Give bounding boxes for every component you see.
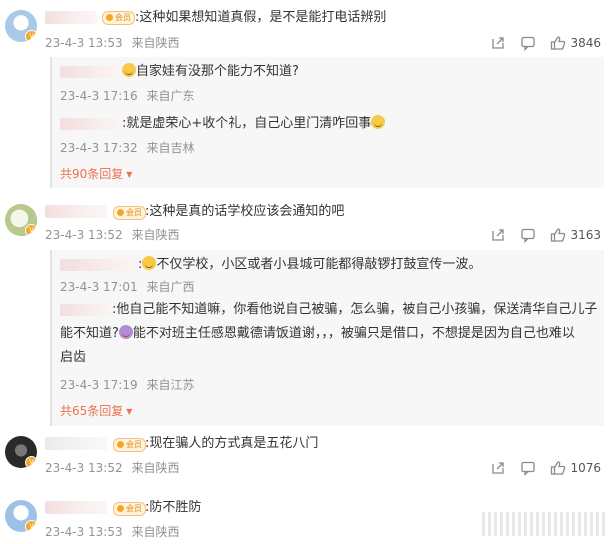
reply-text: 自家娃有没那个能力不知道? bbox=[136, 64, 299, 79]
avatar[interactable]: V bbox=[5, 500, 37, 532]
caret-down-icon: ▼ bbox=[126, 407, 133, 416]
member-badge: 会员 bbox=[113, 206, 146, 220]
share-button[interactable] bbox=[490, 227, 506, 243]
username-redacted[interactable] bbox=[45, 205, 107, 218]
comment-date: 23-4-3 13:52 bbox=[45, 228, 123, 242]
reply-location: 来自广西 bbox=[146, 280, 195, 294]
reply-button[interactable] bbox=[520, 35, 536, 51]
watermark bbox=[482, 512, 607, 536]
member-badge: 会员 bbox=[102, 11, 135, 25]
reply-date: 23-4-3 17:19 bbox=[60, 378, 138, 392]
reply-meta: 23-4-3 17:16 来自广东 bbox=[60, 87, 194, 104]
like-button[interactable]: 3846 bbox=[550, 35, 601, 51]
reply-location: 来自吉林 bbox=[146, 141, 195, 155]
reply-2: :就是虚荣心+收个礼，自己心里门清咋回事 bbox=[60, 113, 386, 135]
username-redacted[interactable] bbox=[60, 65, 122, 78]
reply-meta: 23-4-3 17:32 来自吉林 bbox=[60, 139, 194, 156]
caret-down-icon: ▼ bbox=[126, 170, 133, 179]
comment-meta: 23-4-3 13:53 来自陕西 bbox=[45, 35, 179, 51]
emoji-icon bbox=[371, 115, 386, 129]
member-badge: 会员 bbox=[113, 438, 146, 452]
verified-icon: V bbox=[25, 224, 37, 236]
more-replies-label: 共65条回复 bbox=[60, 404, 124, 418]
reply-meta: 23-4-3 17:01 来自广西 bbox=[60, 278, 194, 295]
reply-button[interactable] bbox=[520, 227, 536, 243]
comment-date: 23-4-3 13:53 bbox=[45, 36, 123, 50]
share-icon bbox=[492, 462, 505, 474]
like-count: 3163 bbox=[570, 228, 601, 242]
comment-text: :这种如果想知道真假，是不是能打电话辨别 bbox=[135, 10, 387, 25]
username-redacted[interactable] bbox=[45, 501, 107, 514]
like-count: 3846 bbox=[570, 36, 601, 50]
reply-location: 来自江苏 bbox=[146, 378, 195, 392]
username-redacted[interactable] bbox=[45, 437, 107, 450]
reply-meta: 23-4-3 17:19 来自江苏 bbox=[60, 376, 194, 393]
comment-icon bbox=[521, 461, 536, 476]
comment-location: 来自陕西 bbox=[131, 525, 180, 539]
verified-icon: V bbox=[25, 456, 37, 468]
comment-meta: 23-4-3 13:52 来自陕西 bbox=[45, 227, 179, 243]
comment-actions: 1076 bbox=[476, 459, 601, 477]
comment-location: 来自陕西 bbox=[131, 36, 180, 50]
reply-line-3: 启齿 bbox=[60, 350, 87, 365]
username-redacted[interactable] bbox=[60, 258, 138, 271]
comment-actions: 3163 bbox=[476, 226, 601, 244]
share-button[interactable] bbox=[490, 460, 506, 476]
emoji-icon bbox=[118, 325, 133, 339]
more-replies-label: 共90条回复 bbox=[60, 167, 124, 181]
like-button[interactable]: 3163 bbox=[550, 227, 601, 243]
thumbs-up-icon bbox=[551, 36, 566, 50]
reply-line-1: :他自己能不知道嘛，你看他说自己被骗，怎么骗，被自己小孩骗，保送清华自己儿子 bbox=[60, 298, 597, 322]
comment-date: 23-4-3 13:53 bbox=[45, 525, 123, 539]
username-redacted[interactable] bbox=[45, 11, 97, 24]
reply-text-line2b: 能不对班主任感恩戴德请饭道谢，，，被骗只是借口，不想提是因为自己也难以 bbox=[132, 326, 575, 341]
more-replies-link[interactable]: 共90条回复 ▼ bbox=[60, 165, 132, 182]
reply-date: 23-4-3 17:16 bbox=[60, 89, 138, 103]
reply-button[interactable] bbox=[520, 460, 536, 476]
avatar[interactable]: V bbox=[5, 10, 37, 42]
comment-text: :现在骗人的方式真是五花八门 bbox=[145, 436, 319, 451]
verified-icon: V bbox=[25, 30, 37, 42]
username-redacted[interactable] bbox=[60, 117, 122, 130]
avatar[interactable]: V bbox=[5, 436, 37, 468]
username-redacted[interactable] bbox=[60, 303, 112, 316]
thumbs-up-icon bbox=[551, 461, 566, 475]
emoji-icon bbox=[142, 256, 157, 270]
reply-text-line1: :他自己能不知道嘛，你看他说自己被骗，怎么骗，被自己小孩骗，保送清华自己儿子 bbox=[112, 302, 598, 317]
comment-date: 23-4-3 13:52 bbox=[45, 461, 123, 475]
thumbs-up-icon bbox=[551, 228, 566, 242]
comment-meta: 23-4-3 13:52 来自陕西 bbox=[45, 460, 179, 476]
share-icon bbox=[492, 37, 505, 49]
comment-text: :防不胜防 bbox=[145, 500, 202, 515]
comment-icon bbox=[521, 228, 536, 243]
reply-1: : 不仅学校，小区或者小县城可能都得敲锣打鼓宣传一波。 bbox=[60, 254, 481, 276]
reply-location: 来自广东 bbox=[146, 89, 195, 103]
comment-icon bbox=[521, 36, 536, 51]
like-count: 1076 bbox=[570, 461, 601, 475]
comment-location: 来自陕西 bbox=[131, 228, 180, 242]
reply-date: 23-4-3 17:32 bbox=[60, 141, 138, 155]
reply-date: 23-4-3 17:01 bbox=[60, 280, 138, 294]
member-badge: 会员 bbox=[113, 502, 146, 516]
comment-actions: 3846 bbox=[476, 34, 601, 52]
reply-line-2: 能不知道? 能不对班主任感恩戴德请饭道谢，，，被骗只是借口，不想提是因为自己也难以 bbox=[60, 322, 597, 346]
avatar[interactable]: V bbox=[5, 204, 37, 236]
comment-meta: 23-4-3 13:53 来自陕西 bbox=[45, 524, 179, 540]
reply-thread: : 不仅学校，小区或者小县城可能都得敲锣打鼓宣传一波。 23-4-3 17:01 … bbox=[50, 250, 604, 426]
emoji-icon bbox=[122, 63, 136, 77]
like-button[interactable]: 1076 bbox=[550, 460, 601, 476]
reply-text: 不仅学校，小区或者小县城可能都得敲锣打鼓宣传一波。 bbox=[156, 257, 482, 272]
reply-text-line2a: 能不知道? bbox=[60, 326, 119, 341]
share-icon bbox=[492, 229, 505, 241]
more-replies-link[interactable]: 共65条回复 ▼ bbox=[60, 402, 132, 419]
reply-thread: 自家娃有没那个能力不知道? 23-4-3 17:16 来自广东 :就是虚荣心+收… bbox=[50, 57, 604, 188]
share-button[interactable] bbox=[490, 35, 506, 51]
comment-text: :这种是真的话学校应该会通知的吧 bbox=[145, 204, 345, 219]
reply-1: 自家娃有没那个能力不知道? bbox=[60, 61, 299, 83]
reply-2: :他自己能不知道嘛，你看他说自己被骗，怎么骗，被自己小孩骗，保送清华自己儿子 能… bbox=[60, 298, 597, 370]
comment-location: 来自陕西 bbox=[131, 461, 180, 475]
verified-icon: V bbox=[25, 520, 37, 532]
reply-text: :就是虚荣心+收个礼，自己心里门清咋回事 bbox=[122, 116, 372, 131]
